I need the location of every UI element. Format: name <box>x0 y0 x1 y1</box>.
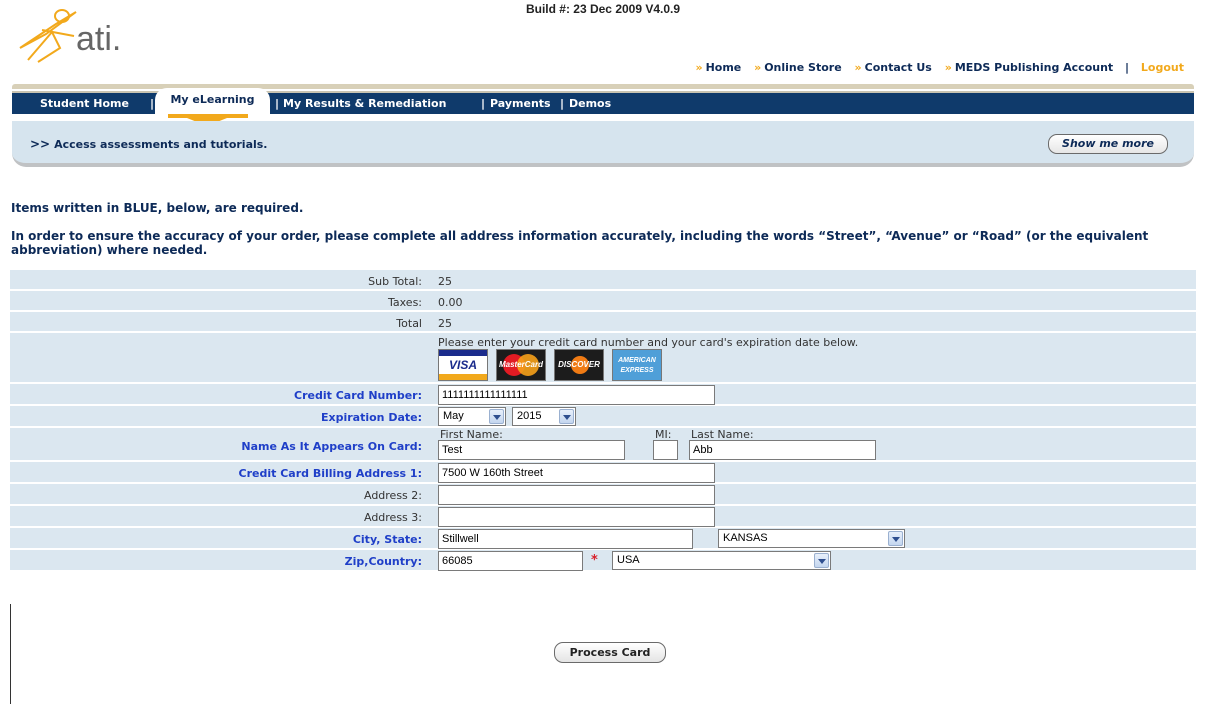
chevron-right-icon: » <box>695 61 703 74</box>
address1-row: Credit Card Billing Address 1: 7500 W 16… <box>10 462 1196 484</box>
mastercard-icon: MasterCard <box>496 349 546 381</box>
taxes-value: 0.00 <box>438 296 463 309</box>
link-separator: | <box>1125 61 1130 74</box>
chevron-right-icon: » <box>854 61 862 74</box>
expiration-label: Expiration Date: <box>320 411 422 424</box>
last-name-input[interactable]: Abb <box>689 440 876 460</box>
banner-message: Access assessments and tutorials. <box>54 138 268 151</box>
tab-payments[interactable]: Payments <box>490 93 551 114</box>
name-row: Name As It Appears On Card: First Name: … <box>10 428 1196 462</box>
tab-my-results[interactable]: My Results & Remediation <box>283 93 446 114</box>
mi-input[interactable] <box>653 440 678 460</box>
exp-month-select[interactable]: May <box>438 407 506 426</box>
tab-student-home[interactable]: Student Home <box>40 93 129 114</box>
chevron-right-icon: » <box>754 61 762 74</box>
discover-icon: DISCOVER <box>554 349 604 381</box>
subtotal-row: Sub Total: 25 <box>10 270 1196 291</box>
chevron-down-icon <box>559 409 574 424</box>
zip-country-row: Zip,Country: 66085 * USA <box>10 550 1196 572</box>
required-note: Items written in BLUE, below, are requir… <box>11 201 304 215</box>
process-card-button[interactable]: Process Card <box>554 642 666 663</box>
tab-demos[interactable]: Demos <box>569 93 611 114</box>
american-express-icon: AMERICAN EXPRESS <box>612 349 662 381</box>
chevron-down-icon <box>888 531 903 546</box>
expiration-row: Expiration Date: May 2015 <box>10 406 1196 428</box>
link-contact-us[interactable]: Contact Us <box>865 61 932 74</box>
logout-link[interactable]: Logout <box>1141 61 1184 74</box>
accuracy-note: In order to ensure the accuracy of your … <box>11 229 1149 257</box>
address1-label: Credit Card Billing Address 1: <box>238 467 422 480</box>
subtotal-label: Sub Total: <box>368 275 422 288</box>
total-row: Total 25 <box>10 312 1196 333</box>
chevron-down-icon <box>814 553 829 568</box>
top-links: » Home » Online Store » Contact Us » MEDS Pu… <box>686 61 1184 74</box>
address2-input[interactable] <box>438 485 715 505</box>
payment-form: Sub Total: 25 Taxes: 0.00 Total 25 Pleas… <box>10 270 1196 572</box>
taxes-row: Taxes: 0.00 <box>10 291 1196 312</box>
address1-input[interactable]: 7500 W 160th Street <box>438 463 715 483</box>
city-state-row: City, State: Stillwell KANSAS <box>10 528 1196 550</box>
name-label: Name As It Appears On Card: <box>241 440 422 453</box>
cc-number-input[interactable]: 1111111111111111 <box>438 385 715 405</box>
nav-separator: | <box>481 97 486 110</box>
chevron-right-icon: » <box>944 61 952 74</box>
main-nav: Student Home | My eLearning | My Results… <box>12 88 1194 114</box>
card-prompt: Please enter your credit card number and… <box>438 336 859 349</box>
banner-text: >> Access assessments and tutorials. <box>30 137 268 151</box>
country-select[interactable]: USA <box>612 551 831 570</box>
cc-number-row: Credit Card Number: 1111111111111111 <box>10 384 1196 406</box>
logo-text: ati. <box>76 20 121 58</box>
exp-year-select[interactable]: 2015 <box>512 407 576 426</box>
nav-separator: | <box>560 97 565 110</box>
city-input[interactable]: Stillwell <box>438 529 693 549</box>
required-star: * <box>591 553 598 568</box>
city-state-label: City, State: <box>352 533 422 546</box>
card-info-row: Please enter your credit card number and… <box>10 333 1196 384</box>
double-chevron-icon: >> <box>30 137 51 151</box>
zip-country-label: Zip,Country: <box>344 555 422 568</box>
nav-separator: | <box>150 97 155 110</box>
content-border <box>10 604 11 704</box>
address3-input[interactable] <box>438 507 715 527</box>
build-info: Build #: 23 Dec 2009 V4.0.9 <box>525 2 681 16</box>
chevron-down-icon <box>489 409 504 424</box>
sub-banner: >> Access assessments and tutorials. Show… <box>12 121 1194 167</box>
zip-input[interactable]: 66085 <box>438 551 583 571</box>
address2-label: Address 2: <box>363 489 422 502</box>
nav-separator: | <box>275 97 280 110</box>
address3-row: Address 3: <box>10 506 1196 528</box>
cc-number-label: Credit Card Number: <box>294 389 422 402</box>
total-value: 25 <box>438 317 452 330</box>
total-label: Total <box>396 317 422 330</box>
link-meds-publishing[interactable]: MEDS Publishing Account <box>955 61 1113 74</box>
first-name-input[interactable]: Test <box>438 440 625 460</box>
address3-label: Address 3: <box>363 511 422 524</box>
visa-icon: VISA <box>438 349 488 381</box>
link-online-store[interactable]: Online Store <box>764 61 841 74</box>
state-select[interactable]: KANSAS <box>718 529 905 548</box>
taxes-label: Taxes: <box>387 296 422 309</box>
tab-my-elearning[interactable]: My eLearning <box>155 88 270 114</box>
subtotal-value: 25 <box>438 275 452 288</box>
show-me-more-button[interactable]: Show me more <box>1048 134 1168 154</box>
link-home[interactable]: Home <box>706 61 742 74</box>
address2-row: Address 2: <box>10 484 1196 506</box>
